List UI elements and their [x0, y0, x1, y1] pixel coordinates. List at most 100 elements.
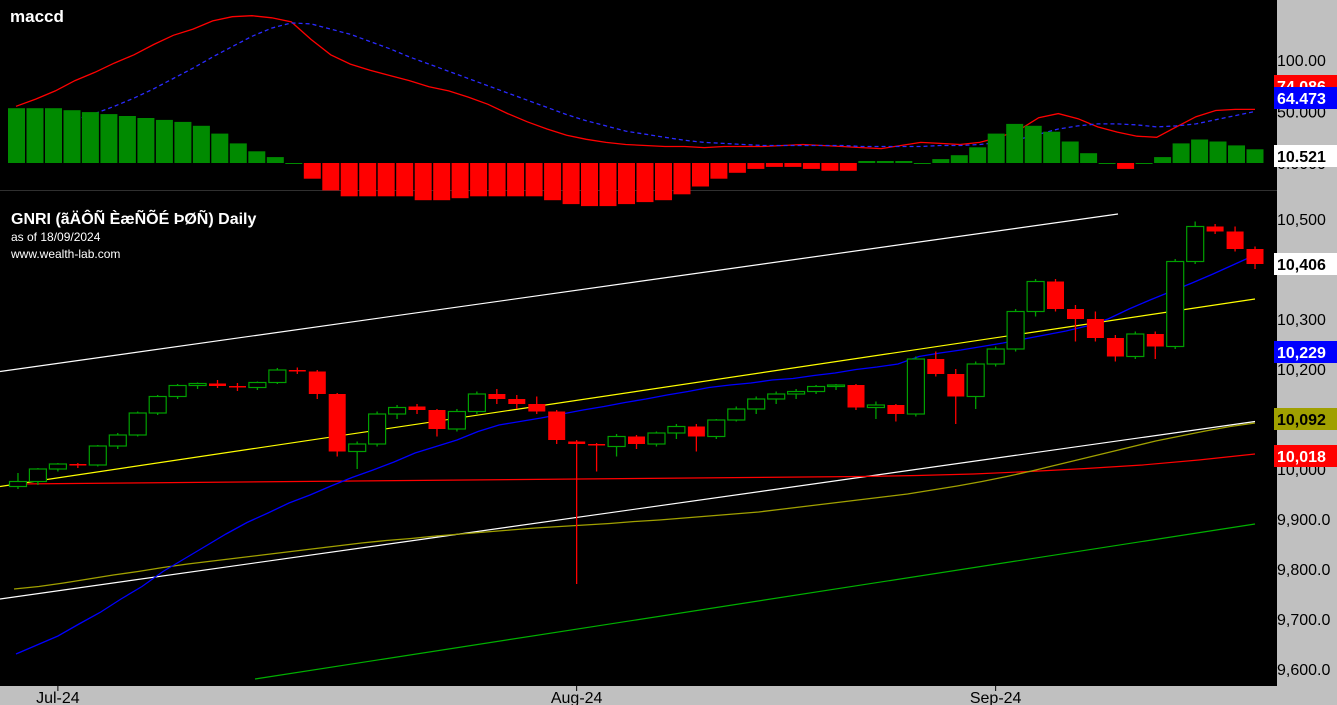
candle-body: [388, 406, 407, 415]
candle-body: [368, 413, 387, 445]
candle-body: [767, 393, 786, 400]
candle-body: [927, 359, 945, 374]
histogram-bar: [581, 163, 598, 207]
histogram-bar: [839, 163, 857, 171]
candle-body: [588, 444, 606, 446]
candle-body: [906, 358, 926, 415]
price-y-tick-label: 9,800.0: [1277, 562, 1330, 579]
candle-body: [88, 445, 107, 466]
signal-line: [74, 22, 1256, 148]
histogram-bar: [1098, 163, 1116, 164]
candle-body: [1246, 249, 1264, 264]
histogram-bar: [137, 118, 155, 163]
white-moving-average: [0, 420, 1256, 600]
price-y-tick-label: 10,200: [1277, 362, 1326, 379]
candle-body: [1146, 334, 1164, 347]
candle-body: [1186, 225, 1205, 263]
candle-body: [826, 384, 846, 388]
histogram-bar: [488, 163, 506, 197]
candle-body: [308, 371, 326, 394]
indicator-lines: [0, 15, 1256, 680]
candle-body: [348, 443, 367, 453]
candle-body: [568, 441, 586, 444]
histogram-bar: [8, 108, 25, 163]
candle-body: [248, 381, 267, 389]
histogram-bar: [340, 163, 358, 197]
candle-body: [847, 385, 865, 408]
histogram-bar: [266, 157, 284, 163]
histogram-bar: [821, 163, 839, 171]
price-value-tag: 10,406: [1277, 257, 1326, 274]
candle-body: [647, 432, 666, 445]
histogram-bar: [414, 163, 432, 201]
histogram-bar: [248, 151, 266, 163]
chart-canvas: 100.0050.0000.000010,50010,30010,20010,0…: [0, 0, 1337, 705]
price-value-tag: 10,018: [1277, 449, 1326, 466]
candle-body: [1206, 226, 1224, 232]
histogram-bar: [969, 147, 987, 163]
candle-body: [986, 348, 1005, 365]
x-tick-label: Jul-24: [36, 690, 80, 705]
candle-body: [229, 386, 246, 388]
histogram-bar: [1080, 153, 1098, 163]
histogram-bar: [618, 163, 635, 205]
candle-body: [528, 404, 546, 412]
candle-body: [667, 425, 686, 434]
candle-body: [966, 363, 985, 398]
histogram-bar: [802, 163, 820, 169]
long-moving-average: [15, 453, 1256, 485]
histogram-bar: [673, 163, 691, 195]
candle-body: [328, 394, 346, 452]
histogram-bar: [81, 112, 99, 163]
histogram-bar: [525, 163, 543, 197]
candle-body: [1166, 260, 1185, 348]
candle-body: [707, 419, 726, 438]
candle-body: [408, 406, 426, 410]
candle-body: [48, 463, 68, 470]
candle-body: [1126, 333, 1145, 358]
candle-body: [607, 435, 626, 448]
candle-body: [488, 394, 506, 399]
candle-body: [628, 436, 645, 444]
as-of-date: as of 18/09/2024: [11, 230, 101, 244]
candle-body: [806, 385, 826, 393]
candle-body: [8, 480, 28, 488]
histogram-bar: [1043, 131, 1061, 163]
candle-body: [786, 390, 806, 395]
histogram-bar: [192, 125, 210, 163]
watermark: www.wealth-lab.com: [10, 247, 120, 261]
histogram-bar: [950, 155, 968, 163]
histogram-bar: [285, 163, 303, 164]
histogram-value-tag: 10.521: [1277, 149, 1326, 166]
histogram-bar: [765, 163, 783, 167]
histogram-bar: [1006, 123, 1024, 163]
upper-trend-band: [0, 213, 1119, 373]
candle-body: [1067, 309, 1084, 319]
lower-trend-band: [254, 523, 1256, 680]
candle-body: [467, 393, 486, 413]
candle-body: [508, 399, 526, 404]
histogram-bar: [1024, 125, 1042, 163]
candle-body: [866, 404, 886, 409]
histogram-bar: [377, 163, 395, 197]
histogram-bar: [1061, 141, 1079, 163]
candle-body: [887, 405, 905, 414]
candle-body: [428, 410, 446, 429]
histogram-bar: [174, 121, 192, 163]
candle-body: [1006, 310, 1025, 350]
histogram-bar: [396, 163, 414, 197]
histogram-bar: [229, 143, 247, 163]
histogram-bar: [932, 159, 950, 163]
candle-body: [268, 369, 287, 384]
histogram-bar: [470, 163, 488, 197]
x-tick-label: Sep-24: [970, 690, 1022, 705]
histogram-bar: [728, 163, 746, 173]
histogram-bar: [451, 163, 469, 199]
price-value-tag: 10,229: [1277, 345, 1326, 362]
histogram-bar: [562, 163, 580, 205]
histogram-bar: [507, 163, 525, 197]
candle-body: [69, 464, 87, 466]
x-axis-background: [0, 686, 1277, 705]
histogram-bar: [1172, 143, 1190, 163]
macd-y-tick-label: 100.00: [1277, 53, 1326, 70]
